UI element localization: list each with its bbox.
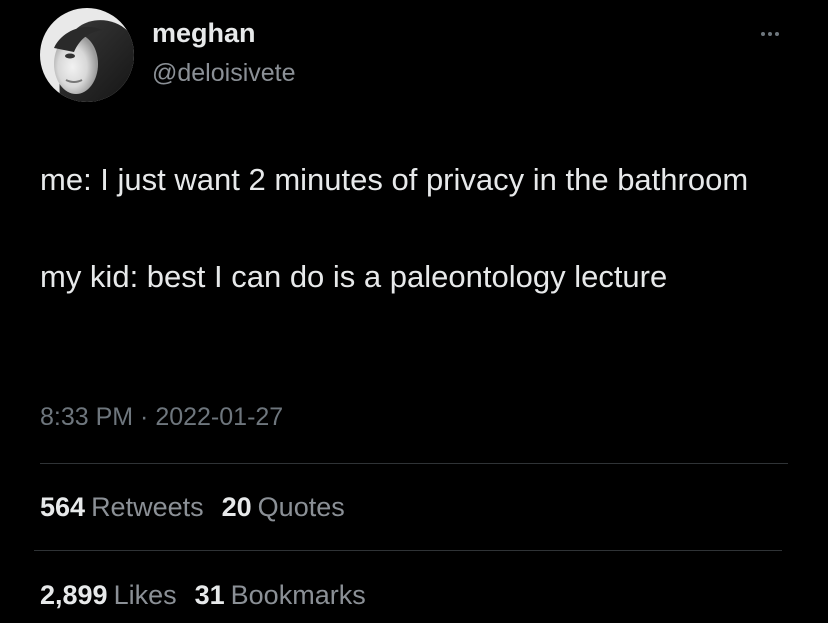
more-dot-icon: [761, 32, 765, 36]
tweet-paragraph: me: I just want 2 minutes of privacy in …: [40, 162, 749, 197]
tweet-timestamp[interactable]: 8:33 PM · 2022-01-27: [40, 399, 283, 435]
quotes-label: Quotes: [257, 492, 345, 522]
more-options-button[interactable]: [752, 24, 788, 44]
bookmarks-count: 31: [194, 580, 225, 610]
engagement-row: 2,899 Likes 31 Bookmarks: [40, 577, 366, 613]
likes-label: Likes: [113, 580, 177, 610]
author-display-name[interactable]: meghan: [152, 15, 256, 51]
divider: [34, 550, 782, 551]
retweets-stat[interactable]: 564 Retweets: [40, 489, 204, 525]
more-dot-icon: [768, 32, 772, 36]
divider: [40, 463, 788, 464]
quotes-stat[interactable]: 20 Quotes: [222, 489, 345, 525]
engagement-row: 564 Retweets 20 Quotes: [40, 489, 345, 525]
avatar[interactable]: [40, 8, 134, 102]
retweets-label: Retweets: [91, 492, 204, 522]
bookmarks-label: Bookmarks: [230, 580, 366, 610]
tweet-paragraph: my kid: best I can do is a paleontology …: [40, 259, 668, 294]
more-dot-icon: [775, 32, 779, 36]
avatar-photo: [40, 8, 134, 102]
author-handle[interactable]: @deloisivete: [152, 56, 296, 90]
quotes-count: 20: [221, 492, 252, 522]
likes-count: 2,899: [40, 580, 108, 610]
retweets-count: 564: [40, 492, 86, 522]
tweet-text: me: I just want 2 minutes of privacy in …: [40, 156, 790, 300]
bookmarks-stat[interactable]: 31 Bookmarks: [195, 577, 366, 613]
likes-stat[interactable]: 2,899 Likes: [40, 577, 177, 613]
